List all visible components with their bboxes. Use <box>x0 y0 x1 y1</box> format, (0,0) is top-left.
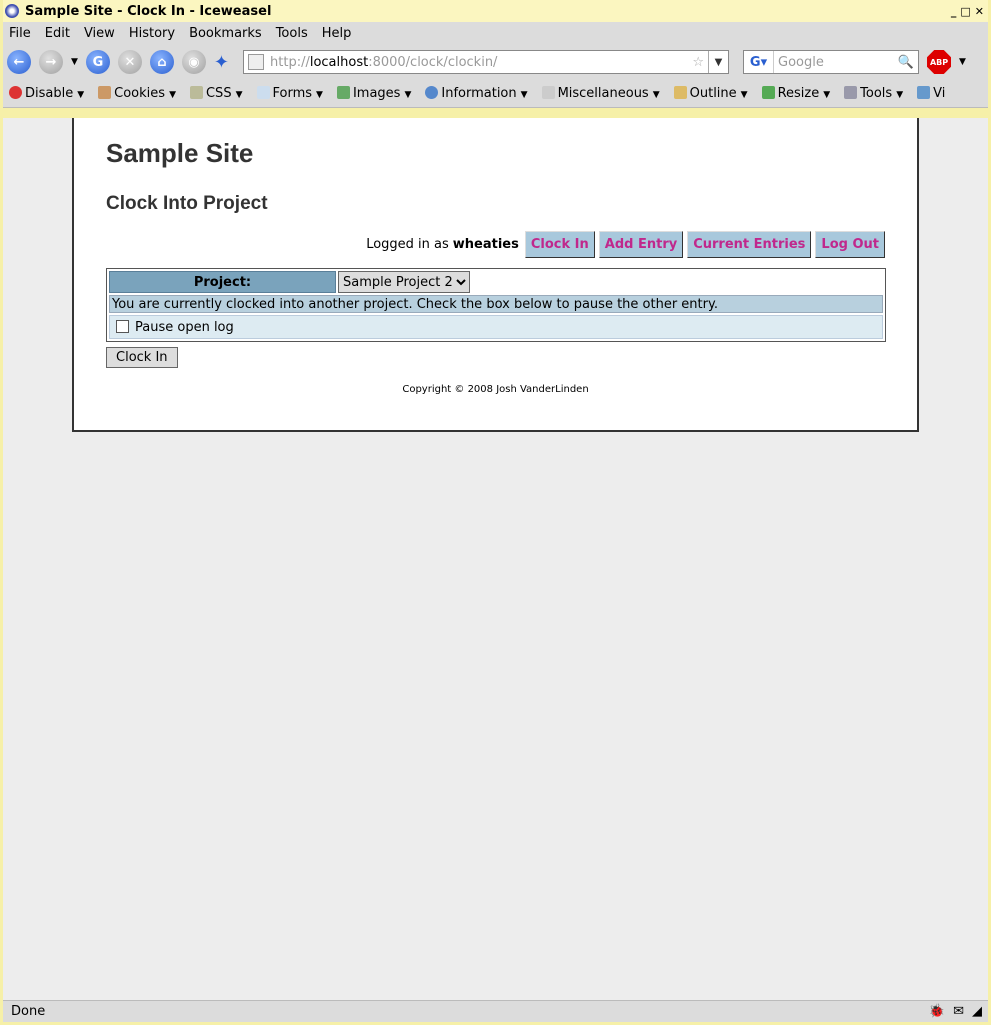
logged-in-prefix: Logged in as <box>366 237 449 252</box>
devbar-view-source[interactable]: Vi <box>917 86 945 101</box>
devbar-resize[interactable]: Resize ▼ <box>761 86 830 101</box>
site-icon <box>248 54 265 70</box>
label: Forms <box>272 86 313 101</box>
clock-in-button[interactable]: Clock In <box>106 347 178 368</box>
label: Images <box>352 86 401 101</box>
view-source-icon <box>917 86 931 99</box>
label: Outline <box>689 86 737 101</box>
minimize-icon[interactable]: _ <box>951 5 957 18</box>
firebug-icon[interactable]: 🐞 <box>929 1004 945 1019</box>
tools-icon <box>844 86 858 99</box>
page-heading: Clock Into Project <box>106 193 268 214</box>
label: Tools <box>860 86 893 101</box>
resize-grip-icon[interactable]: ◢ <box>972 1004 982 1019</box>
title-bar: Sample Site - Clock In - Iceweasel _ □ ✕ <box>3 0 988 22</box>
pause-row: Pause open log <box>109 315 883 339</box>
url-scheme: http:// <box>270 54 310 70</box>
abp-dropdown-icon[interactable]: ▼ <box>959 57 966 67</box>
menu-help[interactable]: Help <box>322 26 352 41</box>
site-title: Sample Site <box>106 138 254 168</box>
label: CSS <box>205 86 232 101</box>
bird-icon[interactable]: ✦ <box>214 52 229 73</box>
pause-label[interactable]: Pause open log <box>135 320 234 335</box>
resize-icon <box>761 86 775 99</box>
forms-icon <box>256 86 270 99</box>
nav-clock-in[interactable]: Clock In <box>524 231 595 258</box>
menu-view[interactable]: View <box>84 26 115 41</box>
iceweasel-icon <box>5 4 19 18</box>
web-developer-toolbar: Disable ▼ Cookies ▼ CSS ▼ Forms ▼ Images ▼ In… <box>3 80 988 108</box>
maximize-icon[interactable]: □ <box>960 5 970 18</box>
google-icon[interactable]: G▾ <box>744 51 775 73</box>
back-icon[interactable]: ← <box>7 50 31 74</box>
devbar-cookies[interactable]: Cookies ▼ <box>98 86 176 101</box>
label: Vi <box>933 86 946 101</box>
images-icon <box>336 86 350 99</box>
menu-bookmarks[interactable]: Bookmarks <box>189 26 262 41</box>
clocked-in-message: You are currently clocked into another p… <box>109 295 883 313</box>
browser-window: Sample Site - Clock In - Iceweasel _ □ ✕ F… <box>3 0 988 1022</box>
feed-icon[interactable]: ◉ <box>181 50 206 74</box>
outline-icon <box>673 86 687 99</box>
devbar-forms[interactable]: Forms ▼ <box>256 86 323 101</box>
devbar-tools[interactable]: Tools ▼ <box>844 86 903 101</box>
home-icon[interactable]: ⌂ <box>149 50 174 74</box>
forward-icon[interactable]: → <box>39 50 63 74</box>
copyright: Copyright © 2008 Josh VanderLinden <box>402 384 589 395</box>
history-dropdown-icon[interactable]: ▼ <box>71 57 78 67</box>
nav-log-out[interactable]: Log Out <box>815 231 885 258</box>
bookmark-star-icon[interactable]: ☆ <box>692 55 708 70</box>
label: Miscellaneous <box>557 86 649 101</box>
devbar-css[interactable]: CSS ▼ <box>189 86 243 101</box>
devbar-images[interactable]: Images ▼ <box>336 86 411 101</box>
disable-icon <box>9 86 22 99</box>
search-placeholder: Google <box>778 54 824 70</box>
label: Disable <box>25 86 74 101</box>
devbar-information[interactable]: Information ▼ <box>425 86 528 101</box>
url-bar[interactable]: http://localhost:8000/clock/clockin/ ☆ ▼ <box>243 50 730 74</box>
miscellaneous-icon <box>541 86 555 99</box>
label: Resize <box>777 86 820 101</box>
menu-bar: File Edit View History Bookmarks Tools H… <box>3 22 988 44</box>
url-path: :8000/clock/clockin/ <box>368 54 498 70</box>
page-container: Sample Site Clock Into Project Logged in… <box>72 118 919 432</box>
css-icon <box>189 86 203 99</box>
mail-icon[interactable]: ✉ <box>953 1004 964 1019</box>
search-icon[interactable]: 🔍 <box>898 55 918 70</box>
stop-icon[interactable]: ✕ <box>117 50 142 74</box>
menu-edit[interactable]: Edit <box>45 26 70 41</box>
label: Cookies <box>114 86 166 101</box>
username: wheaties <box>452 237 519 252</box>
devbar-outline[interactable]: Outline ▼ <box>673 86 748 101</box>
nav-add-entry[interactable]: Add Entry <box>598 231 684 258</box>
status-bar: Done 🐞 ✉ ◢ <box>3 1000 988 1022</box>
url-dropdown-icon[interactable]: ▼ <box>708 51 728 73</box>
adblock-icon[interactable]: ABP <box>927 50 952 74</box>
pause-checkbox[interactable] <box>116 319 129 333</box>
nav-toolbar: ← → ▼ G ✕ ⌂ ◉ ✦ http://localhost:8000/cl… <box>3 44 988 80</box>
cookies-icon <box>98 86 112 99</box>
project-label: Project: <box>109 271 336 293</box>
reload-icon[interactable]: G <box>85 50 110 74</box>
user-bar: Logged in as wheaties Clock In Add Entry… <box>106 231 885 258</box>
search-box[interactable]: G▾ Google 🔍 <box>743 50 920 74</box>
page-viewport: Sample Site Clock Into Project Logged in… <box>3 118 988 1000</box>
menu-tools[interactable]: Tools <box>276 26 308 41</box>
label: Information <box>441 86 517 101</box>
nav-current-entries[interactable]: Current Entries <box>687 231 812 258</box>
devbar-disable[interactable]: Disable ▼ <box>9 86 84 101</box>
menu-file[interactable]: File <box>9 26 31 41</box>
status-text: Done <box>11 1004 46 1019</box>
menu-history[interactable]: History <box>129 26 175 41</box>
project-select[interactable]: Sample Project 2 <box>338 271 470 293</box>
clockin-form-table: Project: Sample Project 2 You are curren… <box>106 268 886 342</box>
devbar-miscellaneous[interactable]: Miscellaneous ▼ <box>541 86 660 101</box>
close-icon[interactable]: ✕ <box>975 5 984 18</box>
url-host: localhost <box>309 54 369 70</box>
window-title: Sample Site - Clock In - Iceweasel <box>25 3 272 19</box>
information-icon <box>425 86 439 99</box>
